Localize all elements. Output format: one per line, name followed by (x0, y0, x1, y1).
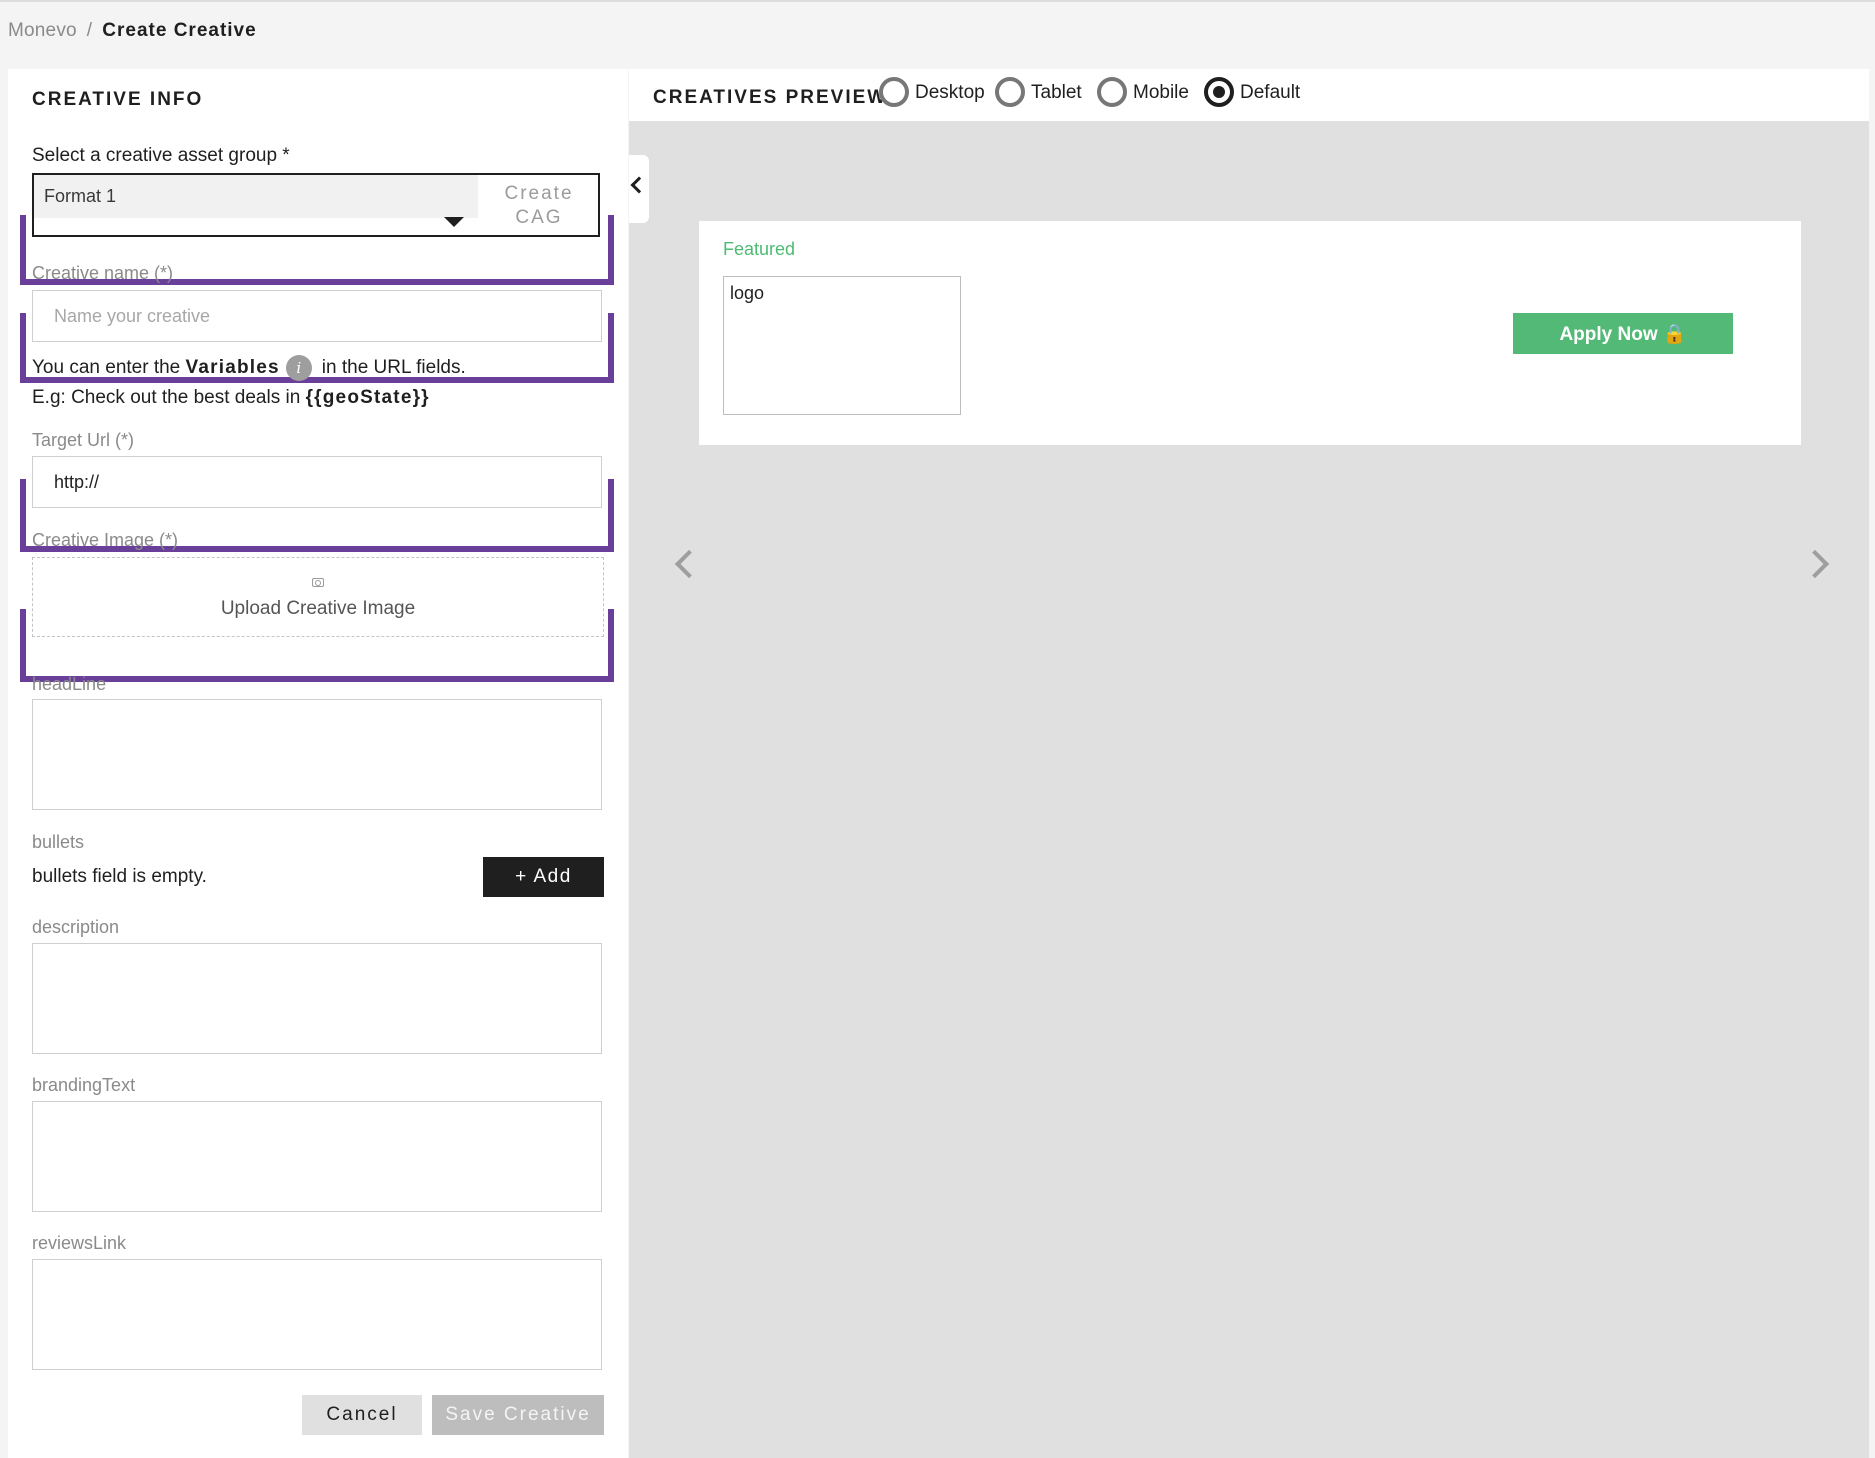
description-label: description (32, 917, 120, 937)
asset-group-label: Select a creative asset group * (32, 145, 290, 166)
panel-title: CREATIVE INFO (32, 89, 204, 110)
breadcrumb-root-link[interactable]: Monevo (8, 20, 77, 41)
apply-now-button[interactable]: Apply Now 🔒 (1513, 313, 1733, 354)
variables-hint: You can enter the Variables i in the URL f… (32, 355, 466, 381)
radio-circle (1204, 77, 1234, 107)
breadcrumb-current: Create Creative (102, 20, 257, 41)
branding-text-label: brandingText (32, 1075, 136, 1095)
target-url-label: Target Url (*) (32, 430, 135, 450)
logo-placeholder: logo (723, 276, 961, 415)
variables-hint-prefix: You can enter the (32, 357, 181, 379)
radio-label-desktop: Desktop (915, 82, 985, 103)
variables-hint-suffix: in the URL fields. (321, 357, 466, 379)
bullets-label: bullets (32, 832, 85, 852)
variables-keyword: Variables (185, 357, 280, 379)
info-icon[interactable]: i (285, 355, 312, 381)
add-bullet-button[interactable]: + Add (483, 857, 604, 897)
creative-name-label: Creative name (*) (32, 263, 174, 283)
logo-text: logo (730, 283, 765, 303)
breadcrumb: Monevo / Create Creative (8, 20, 257, 42)
cancel-button[interactable]: Cancel (302, 1395, 422, 1435)
asset-group-select[interactable]: Format 1 (34, 175, 478, 227)
save-creative-button[interactable]: Save Creative (432, 1395, 604, 1435)
creative-info-panel: CREATIVE INFO Select a creative asset gr… (8, 69, 628, 1458)
chevron-right-icon[interactable] (1800, 549, 1830, 579)
featured-label: Featured (723, 239, 796, 259)
radio-circle (995, 77, 1025, 107)
radio-label-tablet: Tablet (1031, 82, 1082, 103)
reviews-link-label: reviewsLink (32, 1233, 127, 1253)
radio-label-default: Default (1240, 82, 1301, 103)
asset-group-selected-value: Format 1 (44, 186, 117, 206)
radio-circle (879, 77, 909, 107)
description-textarea[interactable] (32, 943, 602, 1054)
radio-circle (1097, 77, 1127, 107)
creative-preview-card: Featured logo Apply Now 🔒 (699, 221, 1801, 445)
variables-example-variable: {{geoState}} (305, 387, 430, 408)
collapse-panel-toggle[interactable] (629, 155, 649, 223)
preview-area: Featured logo Apply Now 🔒 (629, 121, 1869, 1458)
reviews-link-textarea[interactable] (32, 1259, 602, 1370)
variables-example: E.g: Check out the best deals in {{geoSt… (32, 387, 430, 409)
chevron-left-icon[interactable] (674, 549, 704, 579)
headline-label: headLine (32, 674, 107, 694)
creative-image-label: Creative Image (*) (32, 530, 179, 550)
breadcrumb-separator: / (86, 20, 93, 41)
preview-title: CREATIVES PREVIEW (653, 87, 888, 108)
headline-textarea[interactable] (32, 699, 602, 810)
variables-example-prefix: E.g: Check out the best deals in (32, 387, 301, 408)
camera-icon (312, 578, 324, 587)
bullets-empty-text: bullets field is empty. (32, 866, 207, 887)
highlight-bracket (20, 609, 614, 682)
branding-text-textarea[interactable] (32, 1101, 602, 1212)
preview-header: CREATIVES PREVIEW Desktop Tablet Mobile … (629, 69, 1869, 121)
top-border (0, 0, 1875, 2)
chevron-left-icon (630, 176, 648, 194)
radio-label-mobile: Mobile (1133, 82, 1189, 103)
